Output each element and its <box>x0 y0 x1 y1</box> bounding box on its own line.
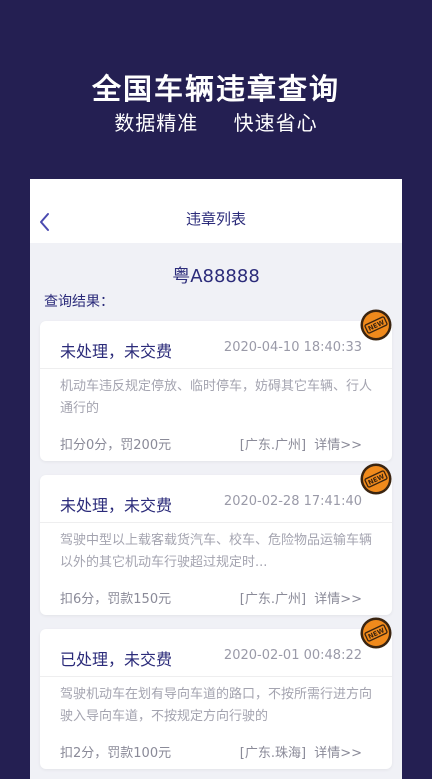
new-badge-icon: NEW <box>360 309 392 341</box>
violation-location: [广东.广州] <box>239 438 307 453</box>
phone-screen: 违章列表 粤A88888 查询结果： 未处理，未交费 2020-04-10 18… <box>30 179 402 779</box>
divider <box>40 368 392 369</box>
hero-subtitle-left: 数据精准 <box>114 111 199 135</box>
violation-status: 未处理，未交费 <box>60 342 173 361</box>
hero-subtitle: 数据精准 快速省心 <box>0 107 432 136</box>
detail-link[interactable]: 详情>> <box>314 746 362 761</box>
violation-description: 机动车违反规定停放、临时停车，妨碍其它车辆、行人通行的 <box>60 379 373 416</box>
violation-card[interactable]: 已处理，未交费 2020-02-01 00:48:22 驾驶机动车在划有导向车道… <box>40 629 392 769</box>
violation-location-row: [广东.珠海] 详情>> <box>240 742 362 761</box>
violation-location: [广东.广州] <box>239 592 307 607</box>
violation-description: 驾驶机动车在划有导向车道的路口，不按所需行进方向驶入导向车道，不按规定方向行驶的 <box>60 687 373 724</box>
violation-status: 未处理，未交费 <box>60 496 173 515</box>
result-label: 查询结果： <box>44 294 114 310</box>
violation-penalty: 扣分0分，罚200元 <box>60 438 172 453</box>
violation-time: 2020-04-10 18:40:33 <box>223 340 362 355</box>
new-badge-icon: NEW <box>360 617 392 649</box>
page-title: 违章列表 <box>185 210 246 228</box>
hero-title: 全国车辆违章查询 <box>91 72 340 106</box>
violation-card[interactable]: 未处理，未交费 2020-04-10 18:40:33 机动车违反规定停放、临时… <box>40 321 392 461</box>
violation-location-row: [广东.广州] 详情>> <box>240 588 362 607</box>
divider <box>40 676 392 677</box>
new-badge-icon: NEW <box>360 463 392 495</box>
detail-link[interactable]: 详情>> <box>314 592 362 607</box>
violation-description: 驾驶中型以上载客载货汽车、校车、危险物品运输车辆以外的其它机动车行驶超过规定时.… <box>60 533 373 570</box>
violation-time: 2020-02-01 00:48:22 <box>223 648 362 663</box>
violation-time: 2020-02-28 17:41:40 <box>223 494 362 509</box>
violation-status: 已处理，未交费 <box>60 650 173 669</box>
hero-subtitle-right: 快速省心 <box>233 111 318 135</box>
violation-location-row: [广东.广州] 详情>> <box>240 434 362 453</box>
violation-penalty: 扣2分，罚款100元 <box>60 746 172 761</box>
violation-card[interactable]: 未处理，未交费 2020-02-28 17:41:40 驾驶中型以上载客载货汽车… <box>40 475 392 615</box>
plate-number: 粤A88888 <box>172 266 260 287</box>
violation-location: [广东.珠海] <box>239 746 307 761</box>
navbar: 违章列表 <box>30 179 402 243</box>
divider <box>40 522 392 523</box>
violation-penalty: 扣6分，罚款150元 <box>60 592 172 607</box>
detail-link[interactable]: 详情>> <box>314 438 362 453</box>
